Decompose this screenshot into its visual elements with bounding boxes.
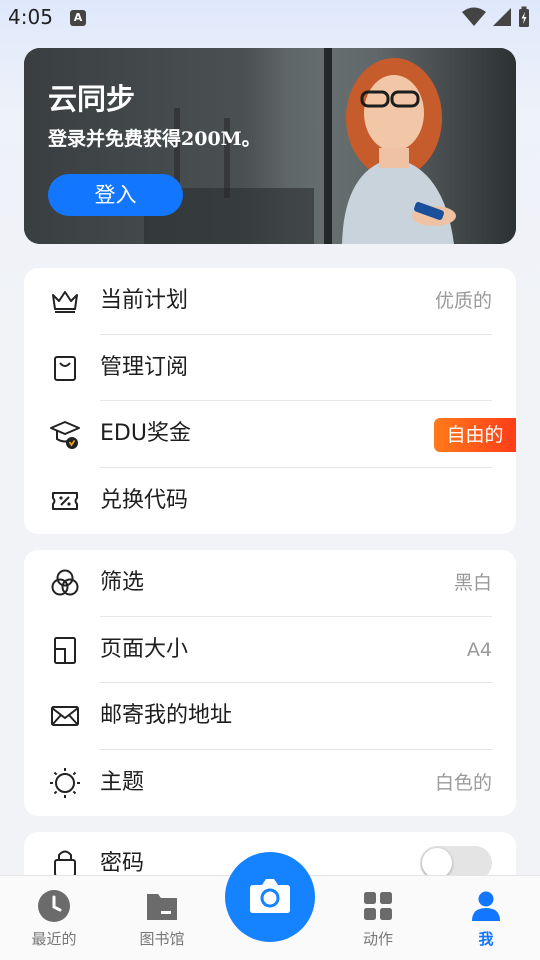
edu-bonus-row[interactable]: EDU奖金 自由的 bbox=[24, 401, 516, 468]
ticket-icon bbox=[52, 491, 78, 510]
nav-actions-label: 动作 bbox=[362, 930, 393, 948]
nav-recent-label: 最近的 bbox=[31, 930, 77, 948]
camera-button[interactable] bbox=[225, 852, 315, 942]
nav-library[interactable]: 图书馆 bbox=[108, 876, 216, 960]
redeem-code-label: 兑换代码 bbox=[100, 487, 189, 513]
theme-row[interactable]: 主题 白色的 bbox=[24, 750, 516, 817]
page-size-label: 页面大小 bbox=[100, 636, 189, 662]
wifi-icon bbox=[462, 7, 486, 26]
banner-title: 云同步 bbox=[48, 82, 136, 116]
status-bar: 4:05 A bbox=[0, 0, 540, 36]
status-time: 4:05 bbox=[8, 5, 53, 29]
theme-value: 白色的 bbox=[434, 771, 492, 794]
mail-icon bbox=[51, 706, 79, 726]
account-card: 当前计划 优质的 管理订阅 EDU奖金 自由的 兑换代码 bbox=[24, 268, 516, 534]
nav-me[interactable]: 我 bbox=[432, 876, 540, 960]
status-icons bbox=[462, 6, 530, 28]
page-size-icon bbox=[54, 636, 76, 664]
camera-icon bbox=[250, 879, 290, 913]
theme-label: 主题 bbox=[100, 769, 145, 795]
nav-recent[interactable]: 最近的 bbox=[0, 876, 108, 960]
free-badge: 自由的 bbox=[434, 418, 516, 452]
nav-actions[interactable]: 动作 bbox=[324, 876, 432, 960]
filter-label: 筛选 bbox=[100, 570, 145, 595]
shopping-bag-icon bbox=[54, 355, 76, 381]
manage-subscription-row[interactable]: 管理订阅 bbox=[24, 335, 516, 401]
edu-bonus-label: EDU奖金 bbox=[100, 421, 191, 446]
current-plan-row[interactable]: 当前计划 优质的 bbox=[24, 268, 516, 335]
filter-row[interactable]: 筛选 黑白 bbox=[24, 550, 516, 617]
person-icon bbox=[472, 891, 500, 921]
graduation-cap-icon bbox=[50, 421, 80, 449]
grid-icon bbox=[364, 892, 392, 920]
nav-me-label: 我 bbox=[478, 930, 494, 948]
redeem-code-row[interactable]: 兑换代码 bbox=[24, 468, 516, 535]
signal-icon bbox=[493, 8, 511, 26]
page-size-value: A4 bbox=[466, 638, 492, 661]
mail-address-row[interactable]: 邮寄我的地址 bbox=[24, 683, 516, 750]
current-plan-value: 优质的 bbox=[434, 290, 492, 312]
clock-icon bbox=[38, 890, 70, 922]
filter-circles-icon bbox=[51, 569, 79, 596]
settings-card: 筛选 黑白 页面大小 A4 邮寄我的地址 主题 白色的 bbox=[24, 550, 516, 816]
battery-icon bbox=[519, 6, 529, 27]
mail-address-label: 邮寄我的地址 bbox=[100, 703, 233, 728]
crown-icon bbox=[52, 291, 78, 313]
nav-library-label: 图书馆 bbox=[139, 930, 185, 948]
manage-subscription-label: 管理订阅 bbox=[100, 354, 189, 380]
login-button[interactable]: 登入 bbox=[48, 174, 183, 216]
filter-value: 黑白 bbox=[453, 572, 492, 594]
current-plan-label: 当前计划 bbox=[100, 288, 189, 313]
page-size-row[interactable]: 页面大小 A4 bbox=[24, 617, 516, 683]
sun-icon bbox=[50, 767, 80, 798]
folder-icon bbox=[147, 894, 177, 920]
toggle-knob bbox=[422, 848, 452, 878]
cloud-sync-banner: 云同步 登录并免费获得200M。 登入 bbox=[24, 48, 516, 244]
notification-icon: A bbox=[70, 10, 86, 26]
banner-subtitle: 登录并免费获得200M。 bbox=[48, 128, 261, 150]
